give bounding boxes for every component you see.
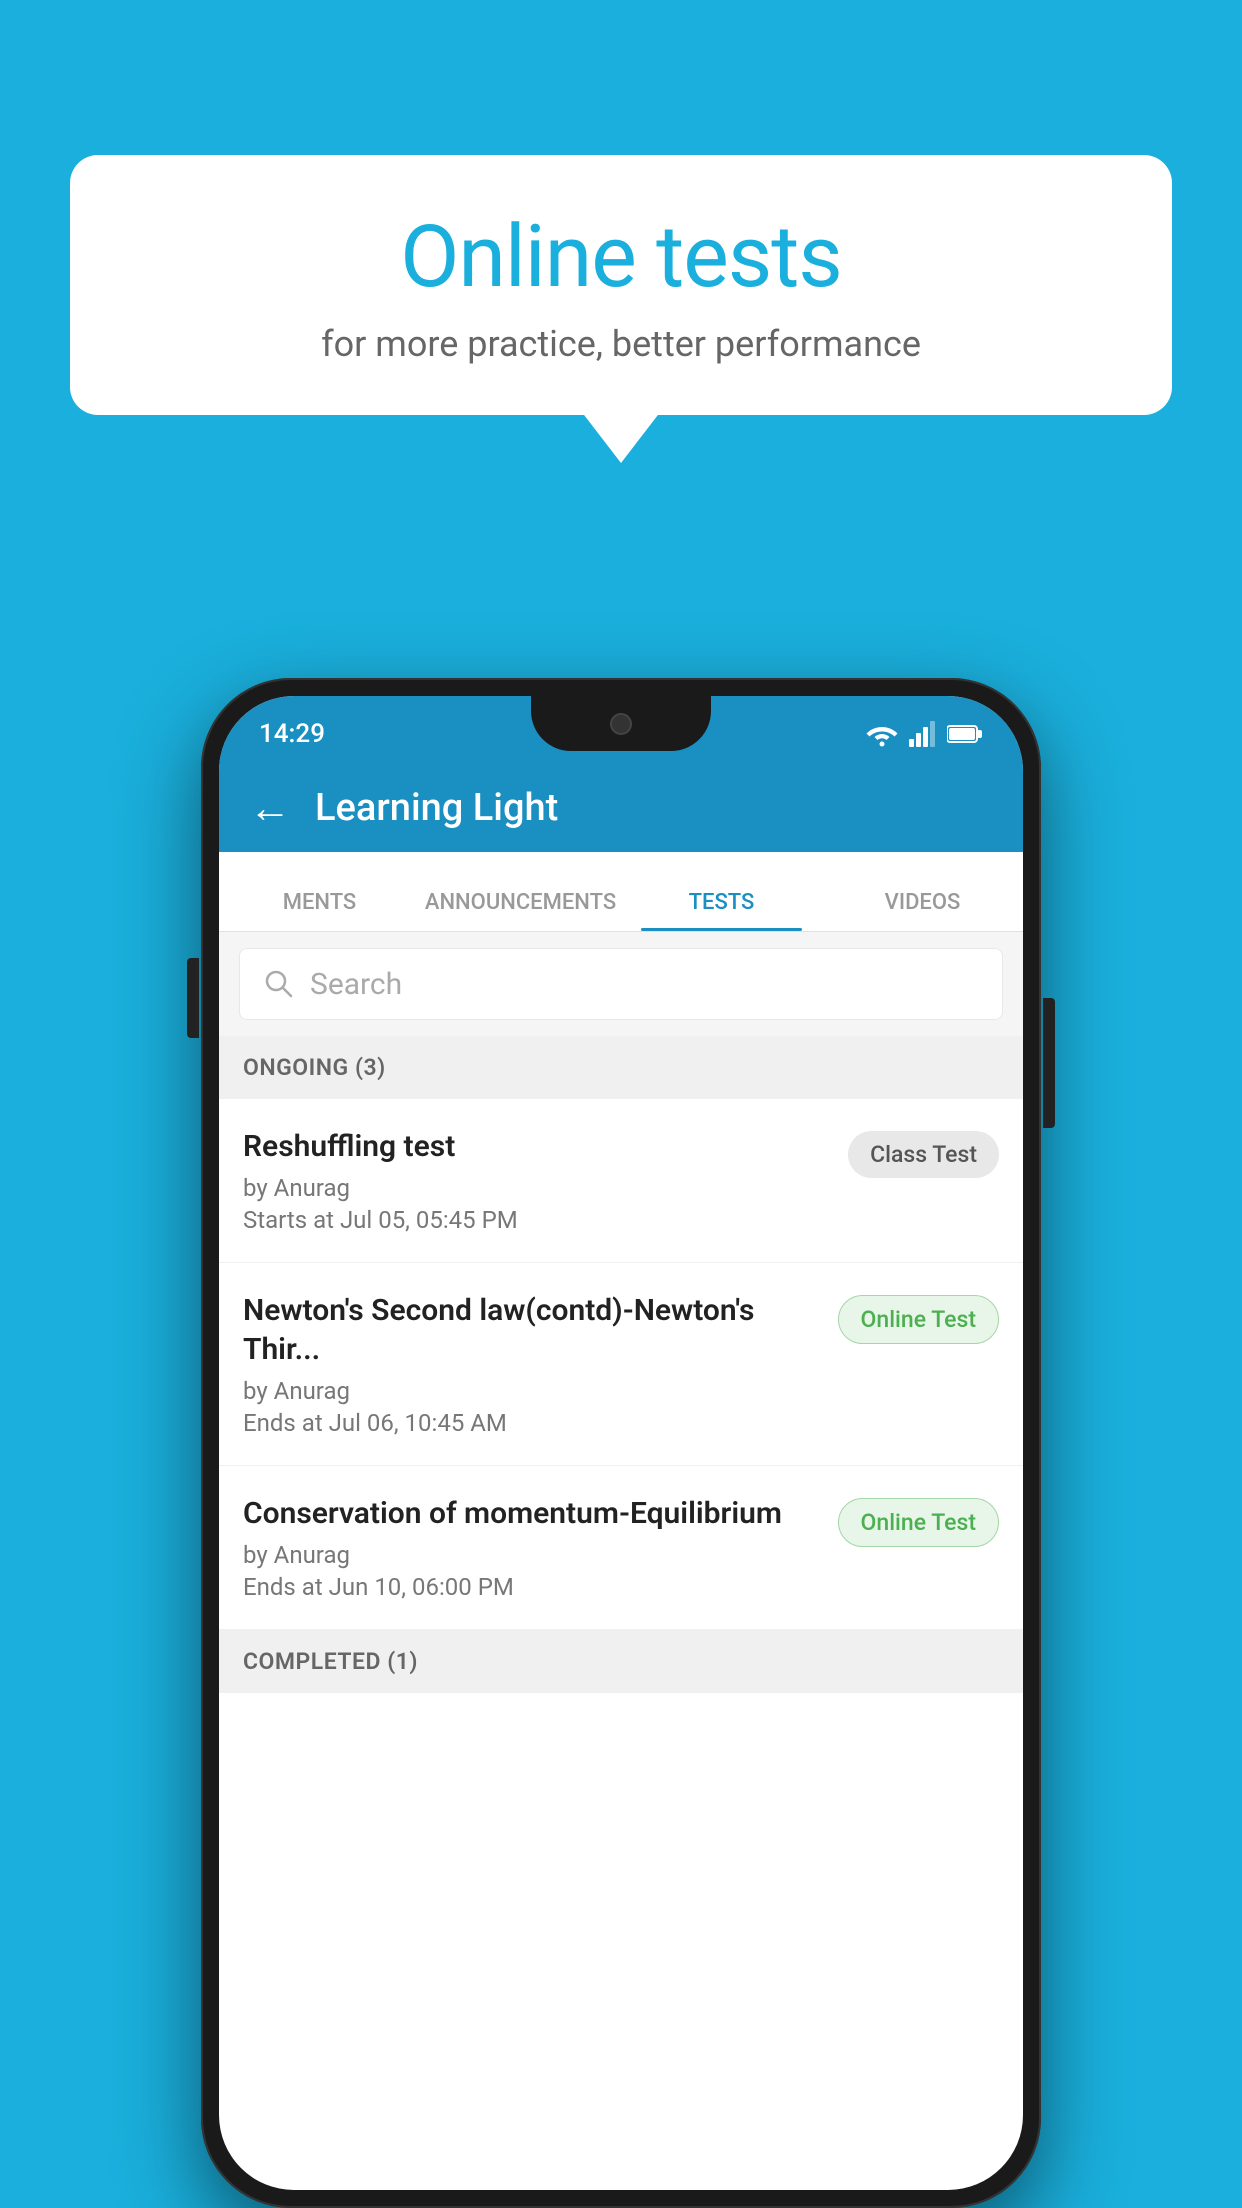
back-button[interactable]: ← — [249, 784, 291, 833]
search-placeholder: Search — [310, 967, 402, 1002]
test-item-3[interactable]: Conservation of momentum-Equilibrium by … — [219, 1466, 1023, 1630]
app-header: ← Learning Light — [219, 764, 1023, 852]
test-time-2: Ends at Jul 06, 10:45 AM — [243, 1409, 822, 1437]
phone-screen: 14:29 — [219, 696, 1023, 2190]
test-time-1: Starts at Jul 05, 05:45 PM — [243, 1206, 832, 1234]
bubble-title: Online tests — [130, 210, 1112, 305]
status-time: 14:29 — [259, 719, 325, 749]
test-item-2[interactable]: Newton's Second law(contd)-Newton's Thir… — [219, 1263, 1023, 1466]
camera-notch — [610, 713, 632, 735]
tab-ments[interactable]: MENTS — [219, 890, 420, 931]
completed-section-header: COMPLETED (1) — [219, 1630, 1023, 1693]
phone-notch — [531, 696, 711, 751]
tab-announcements[interactable]: ANNOUNCEMENTS — [420, 890, 621, 931]
test-info-2: Newton's Second law(contd)-Newton's Thir… — [243, 1291, 822, 1437]
phone-device: 14:29 — [201, 678, 1041, 2208]
bubble-subtitle: for more practice, better performance — [130, 323, 1112, 365]
speech-bubble: Online tests for more practice, better p… — [70, 155, 1172, 415]
signal-icon — [909, 721, 937, 747]
test-name-1: Reshuffling test — [243, 1127, 832, 1166]
test-badge-2: Online Test — [838, 1295, 999, 1344]
test-time-label-3: Ends at — [243, 1573, 323, 1601]
ongoing-section-header: ONGOING (3) — [219, 1036, 1023, 1099]
test-time-value-1: Jul 05, 05:45 PM — [340, 1206, 518, 1234]
app-title: Learning Light — [315, 786, 558, 830]
test-time-value-3: Jun 10, 06:00 PM — [329, 1573, 514, 1601]
test-author-1: by Anurag — [243, 1174, 832, 1202]
wifi-icon — [865, 721, 899, 747]
test-time-label-1: Starts at — [243, 1206, 334, 1234]
test-info-3: Conservation of momentum-Equilibrium by … — [243, 1494, 822, 1601]
tab-tests[interactable]: TESTS — [621, 890, 822, 931]
test-name-2: Newton's Second law(contd)-Newton's Thir… — [243, 1291, 822, 1369]
status-icons — [865, 721, 983, 747]
test-badge-1: Class Test — [848, 1131, 999, 1178]
test-time-3: Ends at Jun 10, 06:00 PM — [243, 1573, 822, 1601]
test-item-1[interactable]: Reshuffling test by Anurag Starts at Jul… — [219, 1099, 1023, 1263]
search-container: Search — [219, 932, 1023, 1036]
tabs-bar: MENTS ANNOUNCEMENTS TESTS VIDEOS — [219, 852, 1023, 932]
test-author-2: by Anurag — [243, 1377, 822, 1405]
tab-videos[interactable]: VIDEOS — [822, 890, 1023, 931]
battery-icon — [947, 724, 983, 744]
test-time-value-2: Jul 06, 10:45 AM — [329, 1409, 507, 1437]
phone-outer-frame: 14:29 — [201, 678, 1041, 2208]
search-icon — [264, 969, 294, 999]
test-info-1: Reshuffling test by Anurag Starts at Jul… — [243, 1127, 832, 1234]
test-author-3: by Anurag — [243, 1541, 822, 1569]
test-time-label-2: Ends at — [243, 1409, 323, 1437]
search-box[interactable]: Search — [239, 948, 1003, 1020]
test-badge-3: Online Test — [838, 1498, 999, 1547]
test-name-3: Conservation of momentum-Equilibrium — [243, 1494, 822, 1533]
